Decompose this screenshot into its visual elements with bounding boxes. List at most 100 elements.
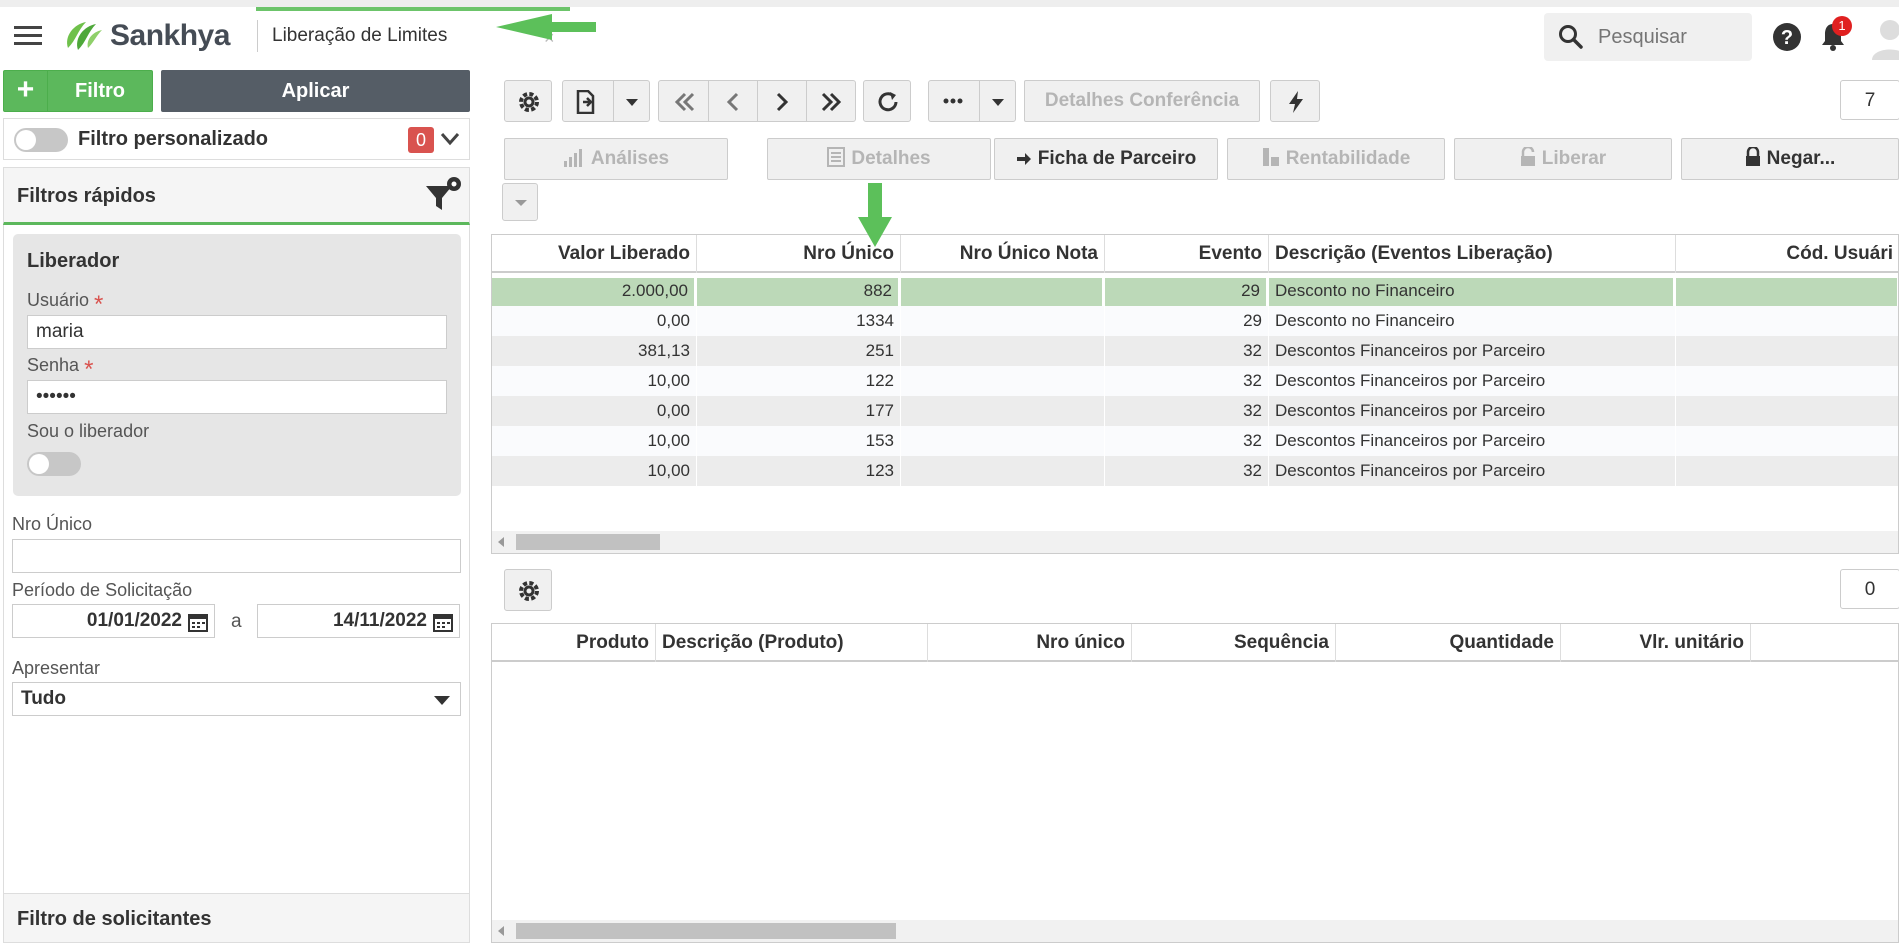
- periodo-separator: a: [231, 611, 242, 632]
- column-header[interactable]: Nro Único Nota: [901, 235, 1105, 273]
- column-header[interactable]: Valor Liberado: [492, 235, 697, 273]
- apresentar-select[interactable]: Tudo: [12, 682, 461, 716]
- sankhya-logo[interactable]: Sankhya: [62, 18, 242, 54]
- refresh-button[interactable]: [863, 80, 911, 122]
- user-avatar[interactable]: [1870, 16, 1899, 60]
- periodo-end-input[interactable]: 14/11/2022: [257, 604, 460, 638]
- column-header[interactable]: Nro único: [928, 624, 1132, 662]
- lock-icon: [1745, 147, 1761, 167]
- cell-cod-usuario: [1676, 426, 1898, 456]
- filtro-solicitantes-header[interactable]: Filtro de solicitantes: [3, 893, 470, 943]
- more-actions-button[interactable]: [928, 80, 1016, 122]
- cell-evento: 32: [1105, 456, 1269, 486]
- nro-unico-input[interactable]: [12, 539, 461, 573]
- last-record-icon[interactable]: [819, 90, 843, 114]
- negar-button[interactable]: Negar...: [1681, 138, 1899, 180]
- cell-descricao: Descontos Financeiros por Parceiro: [1269, 426, 1676, 456]
- more-actions-dropdown[interactable]: [979, 81, 1015, 121]
- main-grid: Valor Liberado Nro Único Nro Único Nota …: [491, 234, 1899, 554]
- calendar-icon[interactable]: [433, 612, 453, 632]
- aplicar-button[interactable]: Aplicar: [161, 70, 470, 112]
- sou-liberador-toggle[interactable]: [27, 452, 81, 476]
- title-separator: [257, 20, 258, 52]
- cell-cod-usuario: [1676, 336, 1898, 366]
- next-record-icon[interactable]: [770, 90, 794, 114]
- liberador-section: Liberador Usuário* Senha* Sou o liberado…: [13, 234, 461, 496]
- analises-button[interactable]: Análises: [504, 138, 728, 180]
- search-input[interactable]: [1596, 25, 1746, 50]
- periodo-start-input[interactable]: 01/01/2022: [12, 604, 215, 638]
- detalhes-conferencia-button[interactable]: Detalhes Conferência: [1024, 80, 1260, 122]
- table-row[interactable]: 10,00 123 32 Descontos Financeiros por Parc…: [492, 456, 1898, 486]
- column-header[interactable]: Sequência: [1132, 624, 1336, 662]
- scrollbar-thumb[interactable]: [516, 534, 660, 550]
- notification-count-badge: 1: [1832, 16, 1852, 36]
- table-row[interactable]: 0,00 177 32 Descontos Financeiros por Parce…: [492, 396, 1898, 426]
- previous-record-icon[interactable]: [721, 90, 745, 114]
- hamburger-menu-icon[interactable]: [14, 24, 44, 48]
- filtro-personalizado-toggle[interactable]: [14, 128, 68, 152]
- column-header[interactable]: Descrição (Eventos Liberação): [1269, 235, 1676, 273]
- cell-descricao: Desconto no Financeiro: [1269, 306, 1676, 336]
- liberar-button[interactable]: Liberar: [1454, 138, 1672, 180]
- detail-settings-button[interactable]: [504, 569, 552, 611]
- table-row[interactable]: 10,00 122 32 Descontos Financeiros por Parc…: [492, 366, 1898, 396]
- table-row[interactable]: 2.000,00 882 29 Desconto no Financeiro: [492, 276, 1898, 306]
- usuario-label-text: Usuário: [27, 290, 90, 310]
- cell-valor-liberado: 10,00: [492, 456, 697, 486]
- cell-valor-liberado: 2.000,00: [492, 276, 697, 306]
- chevron-down-icon[interactable]: [440, 131, 460, 147]
- first-record-icon[interactable]: [673, 90, 697, 114]
- cell-valor-liberado: 381,13: [492, 336, 697, 366]
- search-box[interactable]: [1544, 13, 1752, 61]
- scroll-left-icon[interactable]: [498, 926, 504, 936]
- cell-cod-usuario: [1676, 456, 1898, 486]
- main-grid-scrollbar[interactable]: [492, 531, 1898, 553]
- cell-cod-usuario: [1676, 276, 1898, 306]
- gear-icon: [517, 90, 541, 114]
- filtro-button-label: Filtro: [75, 80, 125, 102]
- apresentar-label: Apresentar: [12, 658, 101, 678]
- export-document-icon: [575, 90, 597, 114]
- annotation-arrow-down: [858, 183, 892, 247]
- export-button[interactable]: [562, 80, 650, 122]
- table-row[interactable]: 10,00 153 32 Descontos Financeiros por Parc…: [492, 426, 1898, 456]
- record-count-badge: 7: [1840, 80, 1899, 120]
- negar-label: Negar...: [1766, 148, 1836, 169]
- gear-icon: [517, 579, 541, 603]
- caret-down-icon: [515, 200, 527, 206]
- column-header[interactable]: Descrição (Produto): [656, 624, 928, 662]
- senha-input[interactable]: [27, 380, 447, 414]
- cell-nro-unico: 882: [697, 276, 901, 306]
- quick-action-button[interactable]: [1270, 80, 1320, 122]
- liberar-label: Liberar: [1541, 148, 1607, 169]
- periodo-end-value: 14/11/2022: [332, 610, 427, 631]
- column-header[interactable]: Quantidade: [1336, 624, 1561, 662]
- periodo-label: Período de Solicitação: [12, 580, 193, 600]
- detalhes-button[interactable]: Detalhes: [767, 138, 991, 180]
- scrollbar-thumb[interactable]: [516, 923, 896, 939]
- column-header[interactable]: Cód. Usuári: [1676, 235, 1898, 273]
- ficha-parceiro-button[interactable]: Ficha de Parceiro: [994, 138, 1218, 180]
- calendar-icon[interactable]: [188, 612, 208, 632]
- detail-grid-scrollbar[interactable]: [492, 920, 1898, 942]
- table-row[interactable]: 381,13 251 32 Descontos Financeiros por Par…: [492, 336, 1898, 366]
- rentabilidade-button[interactable]: Rentabilidade: [1227, 138, 1445, 180]
- settings-button[interactable]: [504, 80, 552, 122]
- cell-descricao: Descontos Financeiros por Parceiro: [1269, 366, 1676, 396]
- scroll-left-icon[interactable]: [498, 537, 504, 547]
- column-header[interactable]: Vlr. unitário: [1561, 624, 1751, 662]
- filter-settings-icon[interactable]: [422, 176, 462, 216]
- column-header[interactable]: Evento: [1105, 235, 1269, 273]
- export-dropdown[interactable]: [613, 81, 649, 121]
- navigation-buttons: [658, 80, 856, 122]
- cell-nro-unico-nota: [901, 276, 1105, 306]
- collapse-toolbar-button[interactable]: [502, 183, 538, 221]
- usuario-input[interactable]: [27, 315, 447, 349]
- column-header[interactable]: Produto: [492, 624, 656, 662]
- help-icon[interactable]: ?: [1772, 22, 1802, 52]
- table-row[interactable]: 0,00 1334 29 Desconto no Financeiro: [492, 306, 1898, 336]
- cell-descricao: Descontos Financeiros por Parceiro: [1269, 396, 1676, 426]
- filtro-button[interactable]: + Filtro: [3, 70, 153, 112]
- senha-label-text: Senha: [27, 355, 80, 375]
